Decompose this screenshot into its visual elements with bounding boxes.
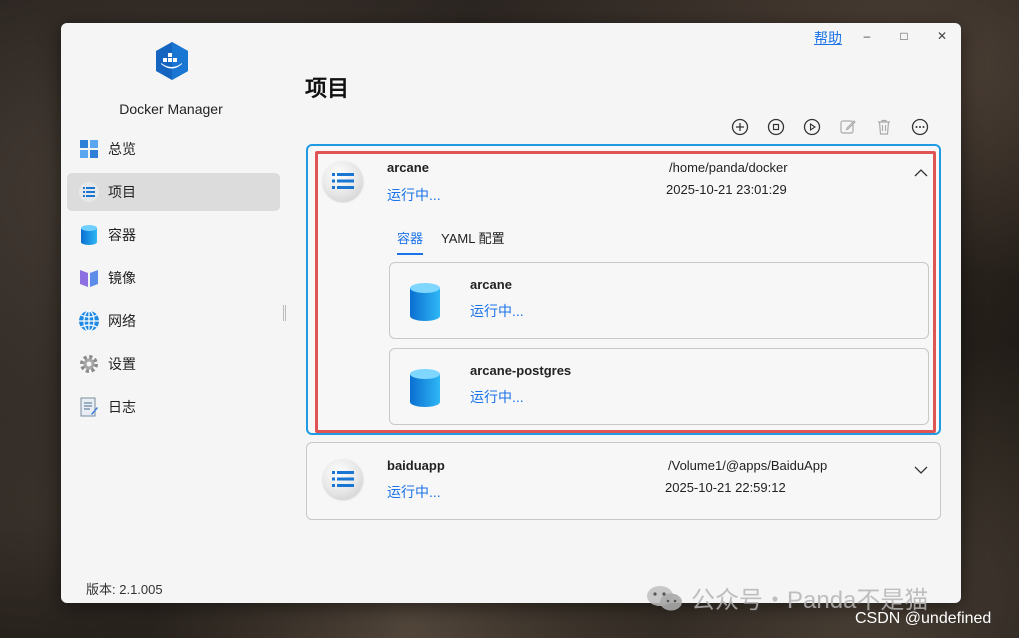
more-icon [911,118,929,136]
project-tabs: 容器 YAML 配置 [397,228,523,255]
sidebar-item-images[interactable]: 镜像 [67,259,280,297]
sidebar-item-logs[interactable]: 日志 [67,388,280,426]
container-name: arcane-postgres [470,363,572,378]
project-card-arcane[interactable]: arcane 运行中... /home/panda/docker 2025-10… [306,144,941,435]
project-toolbar [729,116,945,138]
network-icon [78,310,100,332]
project-card-baiduapp[interactable]: baiduapp 运行中... /Volume1/@apps/BaiduApp … [306,442,941,520]
log-icon [78,396,100,418]
add-icon [731,118,749,136]
chevron-up-icon [914,169,928,177]
minimize-button[interactable]: – [858,27,876,45]
add-button[interactable] [729,116,751,138]
tab-yaml-config[interactable]: YAML 配置 [441,228,505,255]
container-card-arcane[interactable]: arcane 运行中... [389,262,929,339]
expand-button[interactable] [913,462,929,478]
stop-button[interactable] [765,116,787,138]
start-button[interactable] [801,116,823,138]
edit-button[interactable] [837,116,859,138]
sidebar-item-label: 日志 [108,399,136,415]
image-icon [78,267,100,289]
container-status: 运行中... [470,389,524,405]
more-button[interactable] [909,116,931,138]
sidebar-item-label: 容器 [108,227,136,243]
sidebar-item-label: 镜像 [108,270,136,286]
container-name: arcane [470,277,512,292]
sidebar-item-projects[interactable]: 项目 [67,173,280,211]
sidebar-resize-handle[interactable] [283,305,286,321]
project-status: 运行中... [387,187,441,203]
container-icon [410,369,440,407]
csdn-watermark: CSDN @undefined [855,610,992,627]
play-icon [803,118,821,136]
project-path: /home/panda/docker [669,160,788,175]
container-icon [78,224,100,246]
app-window: Docker Manager 总览 项目 容器 镜像 网络 设置 日志 版本: … [61,23,961,603]
sidebar-item-label: 网络 [108,313,136,329]
list-icon [332,173,354,189]
wechat-icon [647,585,682,610]
sidebar-item-overview[interactable]: 总览 [67,130,280,168]
close-button[interactable]: ✕ [933,27,951,45]
version-label: 版本: 2.1.005 [86,582,163,597]
list-icon [332,471,354,487]
project-icon [323,161,363,201]
tab-containers[interactable]: 容器 [397,228,424,255]
help-link[interactable]: 帮助 [814,28,842,48]
project-name: arcane [387,160,429,175]
sidebar-nav: 总览 项目 容器 镜像 网络 设置 日志 [67,130,280,431]
gear-icon [78,353,100,375]
app-name: Docker Manager [119,101,223,117]
collapse-button[interactable] [913,165,929,181]
container-icon [410,283,440,321]
stop-icon [767,118,785,136]
sidebar-item-label: 设置 [108,356,136,372]
dashboard-icon [78,138,100,160]
project-path: /Volume1/@apps/BaiduApp [668,458,828,473]
maximize-button[interactable]: □ [895,27,913,45]
sidebar: Docker Manager 总览 项目 容器 镜像 网络 设置 日志 版本: … [61,23,289,603]
delete-icon [878,119,890,135]
sidebar-item-settings[interactable]: 设置 [67,345,280,383]
sidebar-item-network[interactable]: 网络 [67,302,280,340]
project-time: 2025-10-21 23:01:29 [666,182,787,197]
sidebar-item-label: 总览 [108,141,136,157]
page-title: 项目 [305,76,350,101]
docker-logo-icon [154,41,190,81]
project-status: 运行中... [387,484,441,500]
edit-icon [840,120,856,134]
list-icon [78,181,100,203]
container-card-arcane-postgres[interactable]: arcane-postgres 运行中... [389,348,929,425]
delete-button[interactable] [873,116,895,138]
chevron-down-icon [914,466,928,474]
project-time: 2025-10-21 22:59:12 [665,480,786,495]
project-icon [323,459,363,499]
project-name: baiduapp [387,458,445,473]
sidebar-item-label: 项目 [108,184,136,200]
sidebar-item-containers[interactable]: 容器 [67,216,280,254]
container-status: 运行中... [470,303,524,319]
